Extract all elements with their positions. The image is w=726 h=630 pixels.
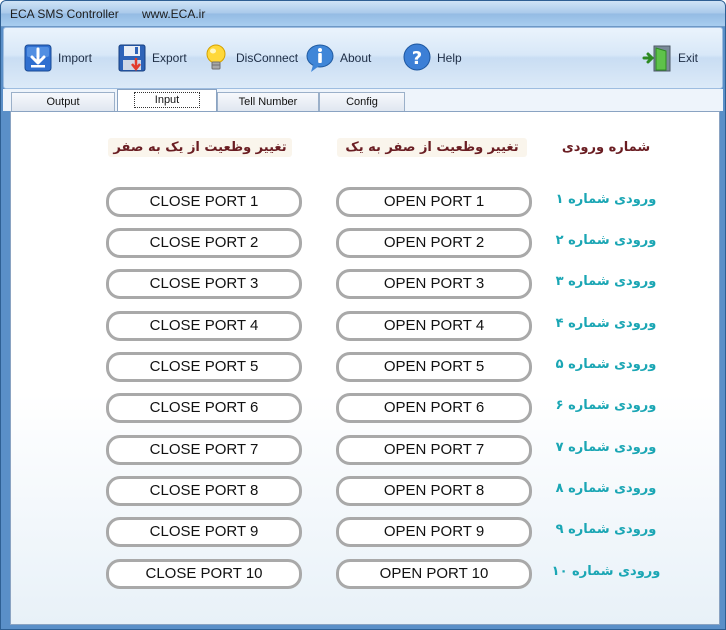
input-2-label: ورودی شماره ۲ xyxy=(555,233,657,248)
input-1-label: ورودی شماره ۱ xyxy=(555,192,657,207)
open-port-6-button[interactable]: OPEN PORT 6 xyxy=(336,393,532,423)
close-port-6-button[interactable]: CLOSE PORT 6 xyxy=(106,393,302,423)
tab-input[interactable]: Input xyxy=(117,89,217,111)
open-port-2-button[interactable]: OPEN PORT 2 xyxy=(336,228,532,258)
close-port-8-button[interactable]: CLOSE PORT 8 xyxy=(106,476,302,506)
input-10-label: ورودی شماره ۱۰ xyxy=(551,564,661,579)
input-7-label: ورودی شماره ۷ xyxy=(555,440,657,455)
question-icon: ? xyxy=(401,42,433,74)
open-port-7-button[interactable]: OPEN PORT 7 xyxy=(336,435,532,465)
input-8-label: ورودی شماره ۸ xyxy=(555,481,657,496)
tab-strip: Output Input Tell Number Config xyxy=(3,89,723,111)
open-port-1-button[interactable]: OPEN PORT 1 xyxy=(336,187,532,217)
open-port-8-button[interactable]: OPEN PORT 8 xyxy=(336,476,532,506)
exit-button[interactable]: Exit xyxy=(642,36,698,80)
input-column-header: شماره ورودی xyxy=(556,138,656,157)
tab-tell-number-label: Tell Number xyxy=(238,96,298,108)
about-label: About xyxy=(340,51,372,65)
close-port-9-button[interactable]: CLOSE PORT 9 xyxy=(106,517,302,547)
input-4-label: ورودی شماره ۴ xyxy=(555,316,657,331)
tab-config-label: Config xyxy=(346,96,378,108)
help-label: Help xyxy=(437,51,462,65)
close-port-10-button[interactable]: CLOSE PORT 10 xyxy=(106,559,302,589)
input-panel: تغییر وظعیت از یک به صفر تغییر وظعیت از … xyxy=(10,111,720,625)
open-port-5-button[interactable]: OPEN PORT 5 xyxy=(336,352,532,382)
close-port-1-button[interactable]: CLOSE PORT 1 xyxy=(106,187,302,217)
input-9-label: ورودی شماره ۹ xyxy=(555,522,657,537)
info-icon xyxy=(304,42,336,74)
tab-config[interactable]: Config xyxy=(319,92,405,111)
toolbar: Import Export DisConnect About ? Help Ex… xyxy=(3,27,723,89)
app-window: ECA SMS Controller www.ECA.ir Import Exp… xyxy=(0,0,726,630)
about-button[interactable]: About xyxy=(304,36,371,80)
open-port-4-button[interactable]: OPEN PORT 4 xyxy=(336,311,532,341)
open-port-10-button[interactable]: OPEN PORT 10 xyxy=(336,559,532,589)
close-column-header: تغییر وظعیت از یک به صفر xyxy=(108,138,292,157)
open-column-header: تغییر وظعیت از صفر به یک xyxy=(337,138,527,157)
tab-output-label: Output xyxy=(46,96,80,108)
floppy-disk-icon xyxy=(116,42,148,74)
close-port-5-button[interactable]: CLOSE PORT 5 xyxy=(106,352,302,382)
close-port-2-button[interactable]: CLOSE PORT 2 xyxy=(106,228,302,258)
app-url: www.ECA.ir xyxy=(142,7,206,21)
open-port-9-button[interactable]: OPEN PORT 9 xyxy=(336,517,532,547)
help-button[interactable]: ? Help xyxy=(401,36,462,80)
exit-door-icon xyxy=(642,42,674,74)
disconnect-label: DisConnect xyxy=(236,51,299,65)
download-arrow-icon xyxy=(22,42,54,74)
export-button[interactable]: Export xyxy=(116,36,187,80)
close-port-4-button[interactable]: CLOSE PORT 4 xyxy=(106,311,302,341)
close-port-3-button[interactable]: CLOSE PORT 3 xyxy=(106,269,302,299)
tab-output[interactable]: Output xyxy=(11,92,115,111)
tab-input-label: Input xyxy=(133,92,201,108)
app-title: ECA SMS Controller xyxy=(10,7,119,21)
disconnect-button[interactable]: DisConnect xyxy=(200,36,298,80)
input-6-label: ورودی شماره ۶ xyxy=(555,398,657,413)
import-label: Import xyxy=(58,51,93,65)
input-3-label: ورودی شماره ۳ xyxy=(555,274,657,289)
open-port-3-button[interactable]: OPEN PORT 3 xyxy=(336,269,532,299)
title-bar: ECA SMS Controller www.ECA.ir xyxy=(1,1,725,27)
svg-text:?: ? xyxy=(412,48,422,69)
close-port-7-button[interactable]: CLOSE PORT 7 xyxy=(106,435,302,465)
import-button[interactable]: Import xyxy=(22,36,92,80)
input-5-label: ورودی شماره ۵ xyxy=(555,357,657,372)
export-label: Export xyxy=(152,51,187,65)
exit-label: Exit xyxy=(678,51,699,65)
lightbulb-icon xyxy=(200,42,232,74)
tab-tell-number[interactable]: Tell Number xyxy=(217,92,319,111)
